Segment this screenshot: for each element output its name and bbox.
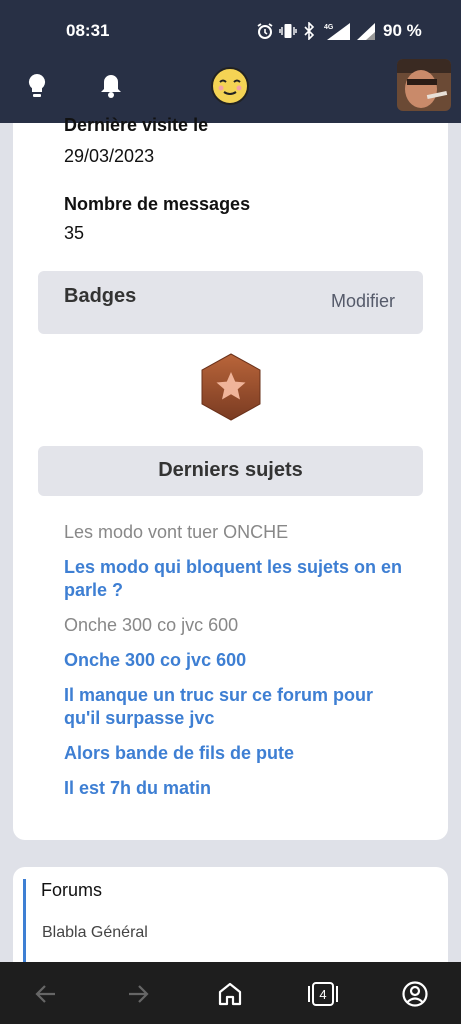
- vibrate-icon: [279, 24, 297, 38]
- profile-card: Dernière visite le 29/03/2023 Nombre de …: [13, 115, 448, 840]
- last-visit-label: Dernière visite le: [64, 115, 209, 135]
- topic-link[interactable]: Il est 7h du matin: [64, 777, 404, 800]
- topic-link[interactable]: Les modo qui bloquent les sujets on en p…: [64, 556, 404, 602]
- recent-topics-title: Derniers sujets: [158, 459, 303, 481]
- badges-title: Badges: [64, 285, 137, 307]
- topic-link[interactable]: Alors bande de fils de pute: [64, 742, 404, 765]
- smiley-logo-icon[interactable]: [209, 66, 251, 106]
- account-icon[interactable]: [400, 979, 430, 1009]
- battery-level: 90 %: [383, 21, 422, 40]
- messages-count-label: Nombre de messages: [64, 194, 251, 214]
- network-label: 4G: [324, 24, 334, 31]
- bell-icon[interactable]: [97, 71, 125, 101]
- app-header: [0, 49, 461, 123]
- topic-link[interactable]: Onche 300 co jvc 600: [64, 614, 404, 637]
- topic-link[interactable]: Les modo vont tuer ONCHE: [64, 521, 404, 544]
- back-arrow-icon[interactable]: [31, 979, 61, 1009]
- forums-accent-bar: [23, 879, 26, 969]
- status-bar: 08:31 4G 90 %: [0, 0, 461, 49]
- user-avatar[interactable]: [397, 59, 451, 111]
- signal-4g-icon: 4G: [324, 23, 350, 40]
- badges-edit-button[interactable]: Modifier: [331, 291, 395, 312]
- status-icons: 4G: [256, 22, 376, 40]
- forward-arrow-icon[interactable]: [123, 979, 153, 1009]
- signal-icon: [357, 23, 375, 40]
- forum-item-blabla[interactable]: Blabla Général: [42, 924, 148, 942]
- messages-count-value: 35: [64, 223, 85, 243]
- star-badge-icon[interactable]: [198, 352, 264, 422]
- bottom-navigation: 4: [0, 962, 461, 1024]
- tabs-count: 4: [319, 987, 326, 1002]
- home-icon[interactable]: [215, 979, 245, 1009]
- status-time: 08:31: [66, 21, 110, 40]
- bluetooth-icon: [304, 22, 315, 40]
- forums-title: Forums: [41, 880, 103, 900]
- lightbulb-icon[interactable]: [24, 71, 50, 101]
- recent-topics-header: Derniers sujets: [38, 446, 423, 496]
- badges-section: Badges Modifier: [38, 271, 423, 334]
- recent-topics-list: Les modo vont tuer ONCHE Les modo qui bl…: [64, 521, 404, 812]
- topic-link[interactable]: Il manque un truc sur ce forum pour qu'i…: [64, 684, 404, 730]
- topic-link[interactable]: Onche 300 co jvc 600: [64, 649, 404, 672]
- last-visit-value: 29/03/2023: [64, 146, 155, 166]
- alarm-icon: [257, 23, 273, 39]
- tabs-icon[interactable]: 4: [306, 979, 340, 1009]
